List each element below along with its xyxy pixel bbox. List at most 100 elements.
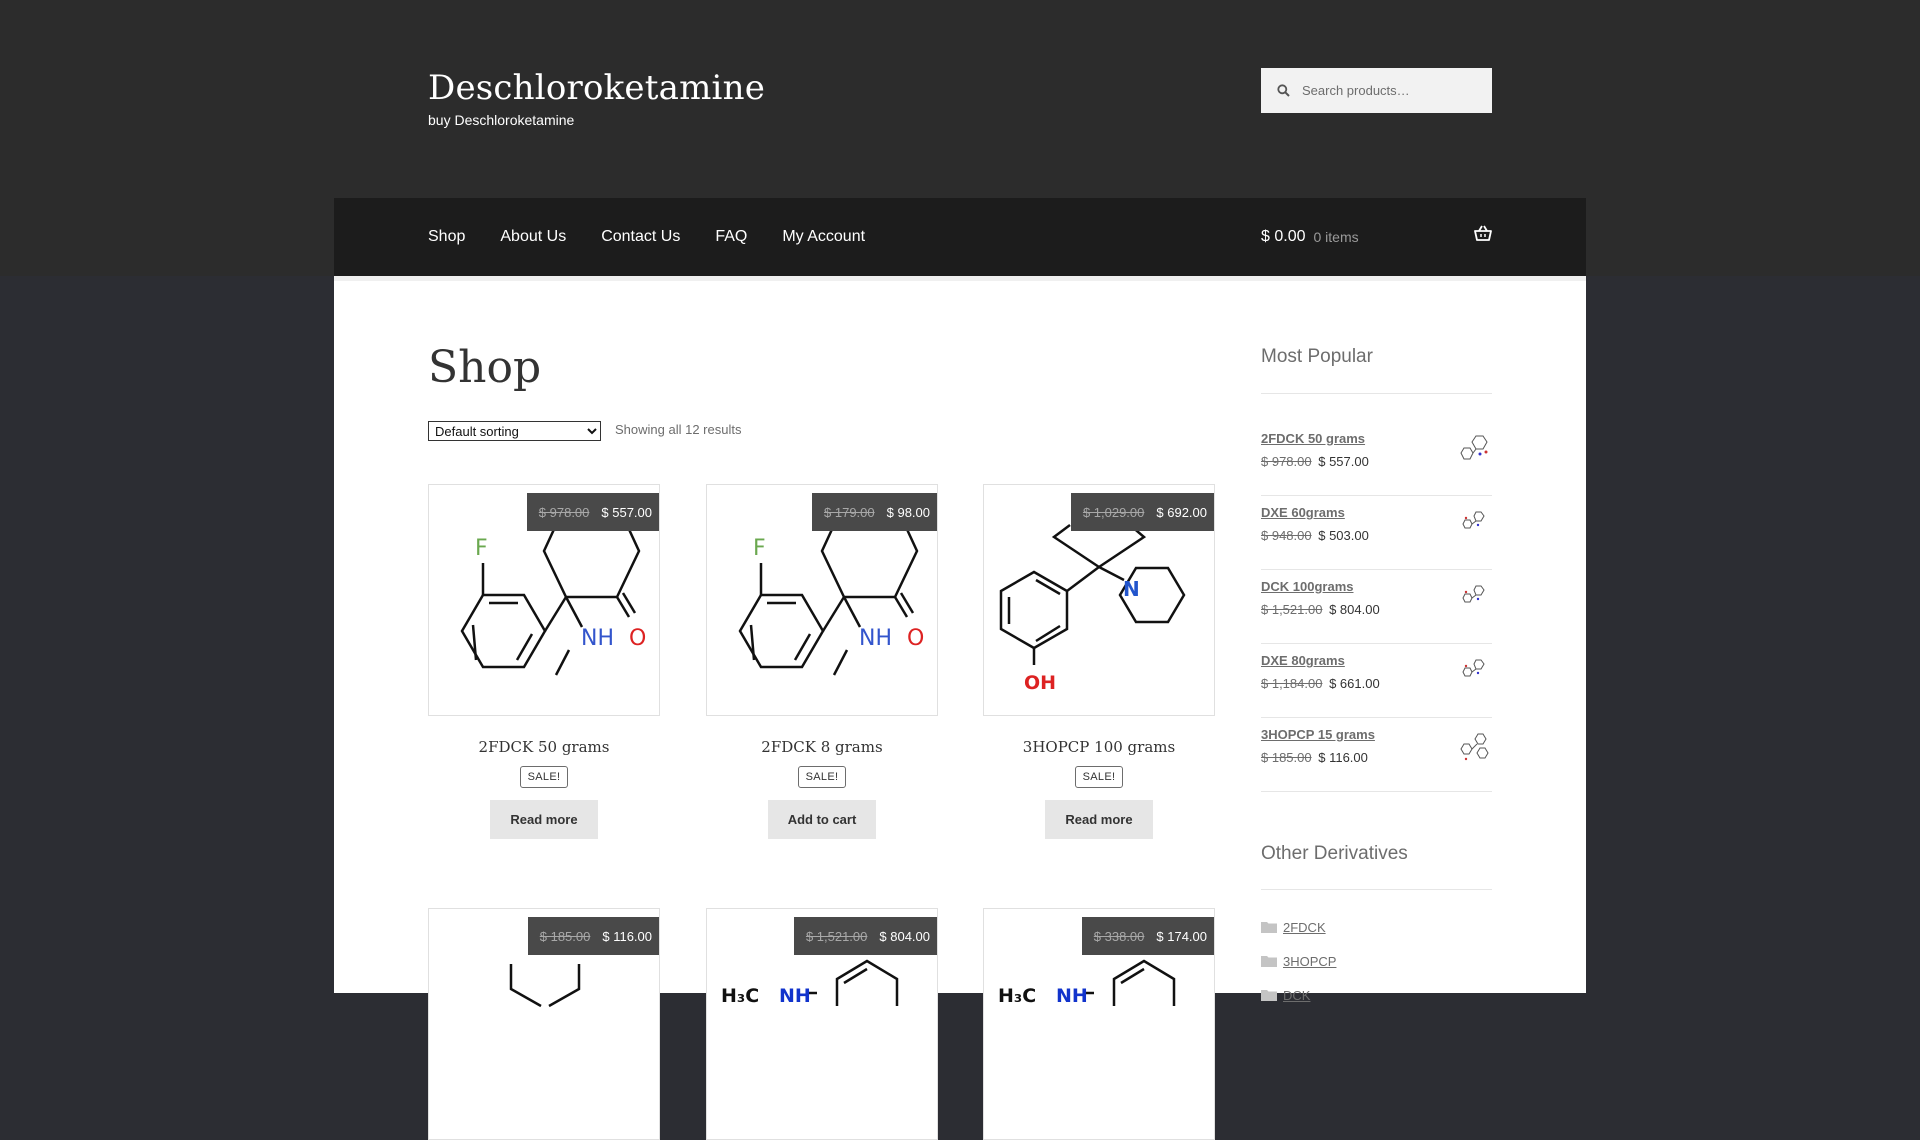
search-icon [1277, 84, 1290, 97]
folder-icon [1261, 922, 1277, 933]
site-branding: Deschloroketamine buy Deschloroketamine [428, 64, 765, 128]
regular-price: $ 1,521.00 [805, 928, 868, 944]
header-cart[interactable]: $ 0.00 0 items [1261, 198, 1492, 276]
result-count: Showing all 12 results [615, 422, 742, 437]
list-item[interactable]: 3HOPCP [1261, 944, 1336, 978]
most-popular-heading: Most Popular [1261, 346, 1373, 367]
sidebar-divider [1261, 889, 1492, 890]
sale-price: $ 116.00 [602, 928, 652, 944]
site-description: buy Deschloroketamine [428, 112, 575, 128]
sale-price: $ 98.00 [886, 504, 930, 520]
price-tag: $ 338.00 $ 174.00 [1081, 917, 1214, 955]
sale-price: $ 174.00 [1156, 928, 1207, 944]
product-card: F NH O $ 179.00 $ 98.00 2FDCK 8 grams SA… [706, 484, 938, 839]
molecule-atom-label: H₃C [721, 985, 759, 1007]
sale-price: $ 557.00 [601, 504, 652, 520]
category-link[interactable]: 2FDCK [1283, 920, 1326, 935]
product-card: N OH $ 1,029.00 $ 692.00 3HOPCP 100 gram… [983, 484, 1215, 839]
product-thumbnail[interactable] [1456, 432, 1492, 468]
regular-price: $ 1,029.00 [1082, 504, 1145, 520]
search-input[interactable] [1300, 82, 1484, 99]
product-image[interactable]: F NH O $ 978.00 $ 557.00 [428, 484, 660, 716]
molecule-atom-label: NH [1056, 985, 1088, 1007]
cart-amount: $ 0.00 [1261, 228, 1306, 245]
molecule-atom-label: O [629, 626, 646, 651]
regular-price: $ 1,521.00 [1261, 602, 1323, 617]
product-image[interactable]: N OH $ 1,029.00 $ 692.00 [983, 484, 1215, 716]
regular-price: $ 185.00 [1261, 750, 1312, 765]
list-item[interactable]: DCK [1261, 978, 1336, 1012]
folder-icon [1261, 990, 1277, 1001]
sale-price: $ 503.00 [1318, 528, 1369, 543]
product-image[interactable]: H₃C NH $ 1,521.00 $ 804.00 [706, 908, 938, 1140]
panel-divider [334, 276, 1586, 281]
sale-price: $ 692.00 [1156, 504, 1207, 520]
nav-item-shop[interactable]: Shop [428, 198, 465, 276]
sale-badge: SALE! [1074, 766, 1124, 788]
sale-price: $ 116.00 [1318, 750, 1368, 765]
sort-select[interactable]: Default sorting [428, 421, 601, 441]
list-item[interactable]: 2FDCK [1261, 910, 1336, 944]
regular-price: $ 1,184.00 [1261, 676, 1323, 691]
list-item: DXE 60grams $ 948.00 $ 503.00 [1261, 496, 1492, 570]
product-card: H₃C NH $ 1,521.00 $ 804.00 [706, 908, 938, 1140]
read-more-button[interactable]: Read more [1045, 800, 1153, 839]
nav-item-my-account[interactable]: My Account [782, 198, 865, 276]
list-item: DXE 80grams $ 1,184.00 $ 661.00 [1261, 644, 1492, 718]
primary-navigation: Shop About Us Contact Us FAQ My Account … [334, 198, 1586, 276]
molecule-atom-label: N [1123, 577, 1140, 601]
nav-item-about-us[interactable]: About Us [500, 198, 566, 276]
nav-item-contact-us[interactable]: Contact Us [601, 198, 680, 276]
list-item: DCK 100grams $ 1,521.00 $ 804.00 [1261, 570, 1492, 644]
sidebar-divider [1261, 393, 1492, 394]
price-tag: $ 1,029.00 $ 692.00 [1070, 493, 1214, 531]
molecule-atom-label: H₃C [998, 985, 1036, 1007]
product-card: F NH O $ 978.00 $ 557.00 2FDCK 50 grams … [428, 484, 660, 839]
nav-item-faq[interactable]: FAQ [715, 198, 747, 276]
product-card: $ 185.00 $ 116.00 [428, 908, 660, 1140]
product-title[interactable]: 2FDCK 50 grams [428, 738, 660, 756]
read-more-button[interactable]: Read more [490, 800, 598, 839]
page-title: Shop [428, 342, 542, 393]
other-derivatives-heading: Other Derivatives [1261, 843, 1408, 864]
sale-price: $ 557.00 [1318, 454, 1369, 469]
product-title[interactable]: 3HOPCP 100 grams [983, 738, 1215, 756]
regular-price: $ 978.00 [538, 504, 590, 520]
basket-icon[interactable] [1474, 224, 1492, 242]
molecule-atom-label: OH [1024, 672, 1056, 694]
molecule-atom-label: NH [779, 985, 811, 1007]
nav-menu: Shop About Us Contact Us FAQ My Account [428, 198, 900, 276]
product-image[interactable]: F NH O $ 179.00 $ 98.00 [706, 484, 938, 716]
folder-icon [1261, 956, 1277, 967]
regular-price: $ 978.00 [1261, 454, 1312, 469]
price-tag: $ 185.00 $ 116.00 [527, 917, 659, 955]
sale-price: $ 804.00 [879, 928, 930, 944]
sale-price: $ 661.00 [1329, 676, 1380, 691]
regular-price: $ 185.00 [539, 928, 591, 944]
search-box[interactable] [1261, 68, 1492, 113]
product-card: H₃C NH $ 338.00 $ 174.00 [983, 908, 1215, 1140]
cart-count: 0 items [1313, 229, 1359, 245]
product-thumbnail[interactable] [1456, 580, 1492, 616]
molecule-atom-label: F [475, 536, 488, 561]
price-tag: $ 978.00 $ 557.00 [526, 493, 659, 531]
regular-price: $ 338.00 [1093, 928, 1145, 944]
product-image[interactable]: H₃C NH $ 338.00 $ 174.00 [983, 908, 1215, 1140]
molecule-atom-label: O [907, 626, 924, 651]
most-popular-list: 2FDCK 50 grams $ 978.00 $ 557.00 DXE 60g… [1261, 422, 1492, 792]
add-to-cart-button[interactable]: Add to cart [767, 800, 877, 839]
price-tag: $ 1,521.00 $ 804.00 [793, 917, 937, 955]
sale-badge: SALE! [797, 766, 847, 788]
list-item: 3HOPCP 15 grams $ 185.00 $ 116.00 [1261, 718, 1492, 792]
product-thumbnail[interactable] [1456, 728, 1492, 764]
product-thumbnail[interactable] [1456, 654, 1492, 690]
sale-badge: SALE! [519, 766, 569, 788]
product-title[interactable]: 2FDCK 8 grams [706, 738, 938, 756]
product-thumbnail[interactable] [1456, 506, 1492, 542]
price-tag: $ 179.00 $ 98.00 [812, 493, 937, 531]
sale-price: $ 804.00 [1329, 602, 1380, 617]
site-title[interactable]: Deschloroketamine [428, 64, 765, 112]
product-image[interactable]: $ 185.00 $ 116.00 [428, 908, 660, 1140]
category-link[interactable]: DCK [1283, 988, 1310, 1003]
category-link[interactable]: 3HOPCP [1283, 954, 1336, 969]
